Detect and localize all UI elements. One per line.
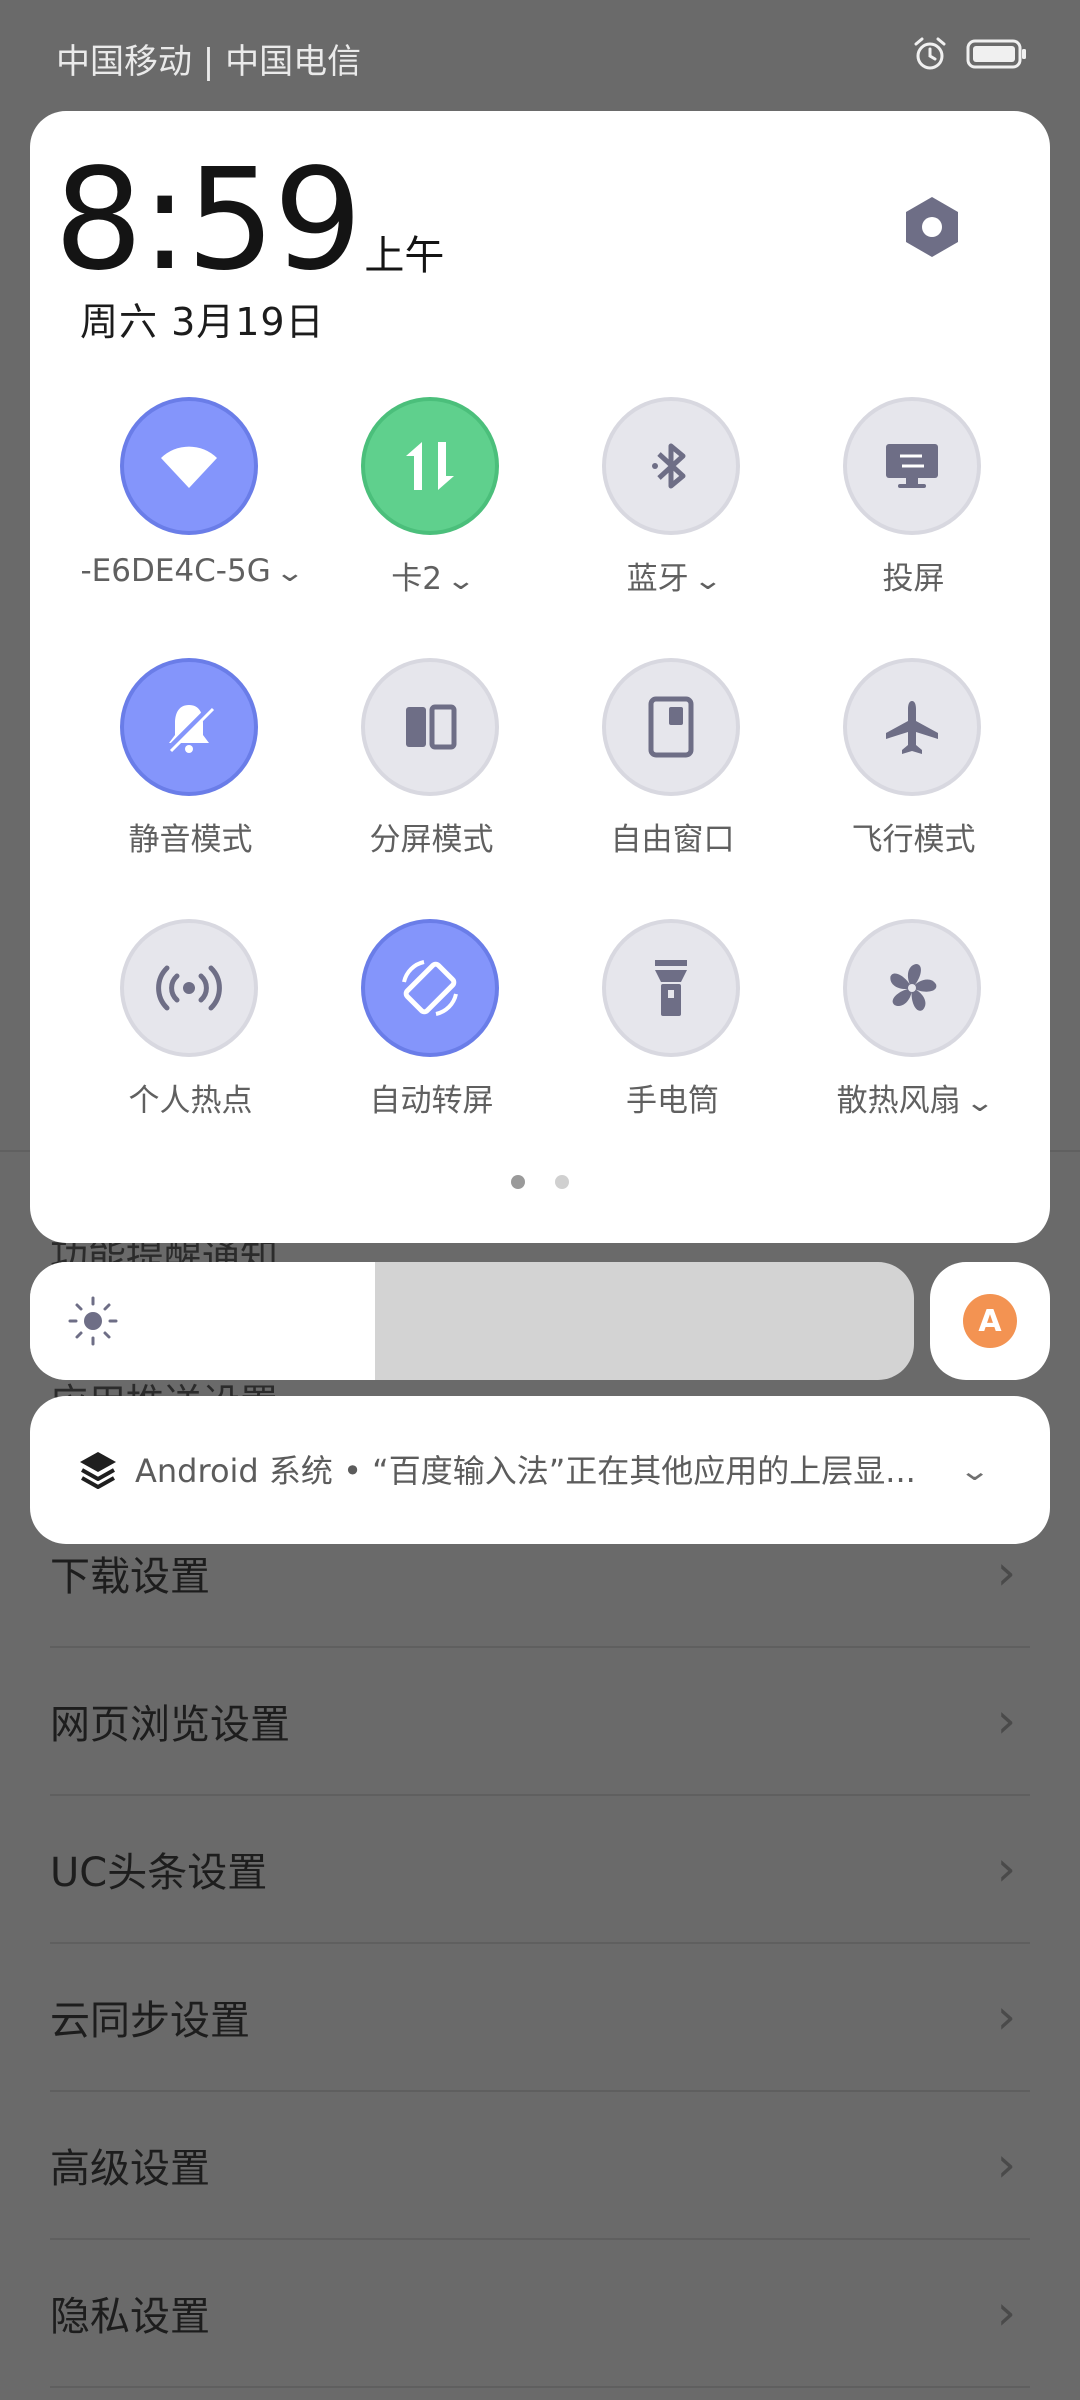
chevron-right-icon: › <box>996 1545 1016 1601</box>
tile-label: 分屏模式 <box>369 822 494 858</box>
tile-button[interactable] <box>606 662 736 792</box>
battery-icon <box>966 38 1028 74</box>
page-dot-active[interactable] <box>511 1175 525 1189</box>
status-bar: 中国移动 | 中国电信 <box>0 0 1080 110</box>
date-text: 周六 3月19日 <box>80 300 325 344</box>
layers-icon <box>80 1452 116 1489</box>
tile-free-window[interactable]: 自由窗口 <box>552 662 793 892</box>
chevron-right-icon: › <box>996 2285 1016 2341</box>
settings-row-cloud-sync[interactable]: 云同步设置 › <box>50 1944 1030 2092</box>
fan-icon <box>890 964 937 1011</box>
tile-button[interactable] <box>606 401 736 531</box>
tile-label: 卡2 ⌄ <box>391 561 477 597</box>
chevron-down-icon[interactable]: ⌄ <box>692 566 723 596</box>
settings-row-label: UC头条设置 <box>50 1850 268 1896</box>
settings-row-label: 网页浏览设置 <box>50 1702 290 1748</box>
tile-button[interactable] <box>365 662 495 792</box>
expand-chevron-icon[interactable]: ⌄ <box>958 1454 991 1487</box>
auto-brightness-button[interactable]: A <box>930 1262 1050 1380</box>
tile-label: -E6DE4C-5G ⌄ <box>80 553 305 589</box>
tile-label: 飞行模式 <box>851 822 976 858</box>
tile-label: 手电筒 <box>626 1083 719 1119</box>
page-indicator <box>30 1175 1050 1189</box>
carrier-text: 中国移动 | 中国电信 <box>56 42 362 82</box>
free-window-icon <box>648 696 694 758</box>
settings-row-label: 隐私设置 <box>50 2294 210 2340</box>
notification-card[interactable]: Android 系统 • “百度输入法”正在其他应用的上层显... ⌄ <box>30 1396 1050 1544</box>
tile-button[interactable] <box>847 662 977 792</box>
notification-text: Android 系统 • “百度输入法”正在其他应用的上层显... <box>135 1452 916 1490</box>
tile-button[interactable] <box>124 662 254 792</box>
tile-button[interactable] <box>365 401 495 531</box>
tile-mobile-data[interactable]: 卡2 ⌄ <box>311 401 552 631</box>
settings-row-web-browsing[interactable]: 网页浏览设置 › <box>50 1648 1030 1796</box>
settings-row-label: 云同步设置 <box>50 1998 250 2044</box>
tile-label: 个人热点 <box>128 1083 253 1119</box>
settings-row-label: 下载设置 <box>50 1554 210 1600</box>
auto-rotate-icon <box>402 960 458 1016</box>
bluetooth-icon <box>652 443 686 489</box>
settings-row-privacy[interactable]: 隐私设置 › <box>50 2240 1030 2388</box>
chevron-down-icon[interactable]: ⌄ <box>964 1088 995 1118</box>
flashlight-icon <box>655 960 687 1016</box>
tile-silent-mode[interactable]: 静音模式 <box>70 662 311 892</box>
tile-bluetooth[interactable]: 蓝牙 ⌄ <box>552 401 793 631</box>
split-screen-icon <box>406 704 457 750</box>
tile-airplane-mode[interactable]: 飞行模式 <box>793 662 1034 892</box>
tile-hotspot[interactable]: 个人热点 <box>70 923 311 1153</box>
tile-button[interactable] <box>365 923 495 1053</box>
tile-cooling-fan[interactable]: 散热风扇 ⌄ <box>793 923 1034 1153</box>
page-dot[interactable] <box>555 1175 569 1189</box>
tile-wifi[interactable]: -E6DE4C-5G ⌄ <box>70 401 311 631</box>
tile-label: 投屏 <box>882 561 945 597</box>
auto-brightness-icon: A <box>963 1294 1017 1348</box>
chevron-right-icon: › <box>996 1989 1016 2045</box>
wifi-icon <box>161 446 217 488</box>
tile-button[interactable] <box>847 401 977 531</box>
tile-label: 自动转屏 <box>369 1083 494 1119</box>
tile-button[interactable] <box>124 401 254 531</box>
background-settings-list: 下载设置 › 网页浏览设置 › UC头条设置 › 云同步设置 › 高级设置 › … <box>0 1500 1080 2388</box>
quick-settings-panel: 8:59 上午 周六 3月19日 -E6DE4C-5G ⌄ 卡2 ⌄ 蓝牙 ⌄ … <box>30 111 1050 1243</box>
chevron-down-icon[interactable]: ⌄ <box>274 558 305 588</box>
tile-label: 静音模式 <box>128 822 253 858</box>
tile-button[interactable] <box>124 923 254 1053</box>
settings-row-advanced[interactable]: 高级设置 › <box>50 2092 1030 2240</box>
brightness-slider[interactable] <box>30 1262 914 1380</box>
tile-cast[interactable]: 投屏 <box>793 401 1034 631</box>
airplane-icon <box>886 701 938 754</box>
clock-time: 8:59 <box>54 139 362 302</box>
chevron-right-icon: › <box>996 1841 1016 1897</box>
settings-row-uc-headlines[interactable]: UC头条设置 › <box>50 1796 1030 1944</box>
brightness-sun-icon <box>68 1296 118 1346</box>
tile-button[interactable] <box>606 923 736 1053</box>
settings-row-label: 高级设置 <box>50 2146 210 2192</box>
tile-label: 散热风扇 ⌄ <box>836 1083 995 1119</box>
tile-flashlight[interactable]: 手电筒 <box>552 923 793 1153</box>
clock: 8:59 上午 <box>54 151 444 291</box>
tile-split-screen[interactable]: 分屏模式 <box>311 662 552 892</box>
tile-auto-rotate[interactable]: 自动转屏 <box>311 923 552 1153</box>
chevron-down-icon[interactable]: ⌄ <box>446 566 477 596</box>
hotspot-icon <box>156 965 222 1011</box>
chevron-right-icon: › <box>996 1693 1016 1749</box>
clock-ampm: 上午 <box>364 233 445 279</box>
alarm-icon <box>912 36 948 76</box>
chevron-right-icon: › <box>996 2137 1016 2193</box>
settings-gear-icon[interactable] <box>898 193 966 261</box>
cast-icon <box>886 444 938 488</box>
silent-icon <box>166 704 215 753</box>
tile-button[interactable] <box>847 923 977 1053</box>
mobile-data-icon <box>406 442 454 490</box>
tile-label: 蓝牙 ⌄ <box>626 561 723 597</box>
tile-label: 自由窗口 <box>610 822 735 858</box>
